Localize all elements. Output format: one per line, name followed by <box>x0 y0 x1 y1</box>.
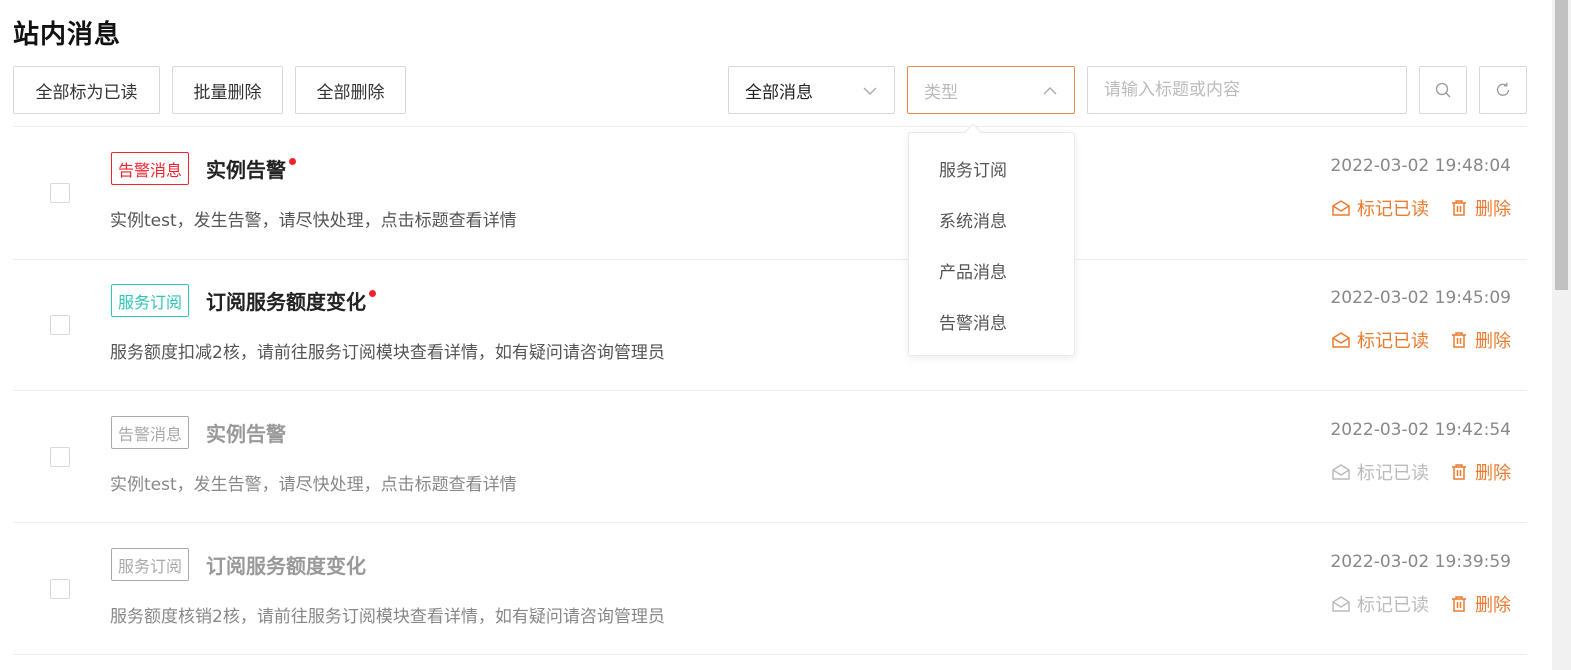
message-time: 2022-03-02 19:48:04 <box>1330 156 1511 176</box>
message-type-tag: 服务订阅 <box>111 284 190 317</box>
message-scope-select[interactable]: 全部消息 <box>728 66 895 114</box>
page-title: 站内消息 <box>13 20 122 50</box>
trash-icon <box>1452 200 1466 216</box>
message-type-tag: 告警消息 <box>111 416 190 449</box>
delete-action[interactable]: 删除 <box>1449 459 1511 485</box>
mark-all-read-button[interactable]: 全部标为已读 <box>13 66 160 114</box>
type-option-alarm[interactable]: 告警消息 <box>909 296 1074 347</box>
message-scope-value: 全部消息 <box>745 82 813 103</box>
row-checkbox[interactable] <box>50 579 70 599</box>
message-row[interactable]: 服务订阅 订阅服务额度变化 服务额度扣减2核，请前往服务订阅模块查看详情，如有疑… <box>13 259 1527 391</box>
trash-icon <box>1452 332 1466 348</box>
trash-icon <box>1452 596 1466 612</box>
chevron-up-icon <box>1043 87 1057 95</box>
unread-dot <box>289 158 296 165</box>
message-time: 2022-03-02 19:42:54 <box>1330 420 1511 440</box>
delete-action[interactable]: 删除 <box>1449 327 1511 353</box>
scrollbar-thumb[interactable] <box>1555 0 1568 290</box>
message-time: 2022-03-02 19:45:09 <box>1330 288 1511 308</box>
message-description: 实例test，发生告警，请尽快处理，点击标题查看详情 <box>110 211 517 231</box>
message-type-tag: 告警消息 <box>111 152 190 185</box>
delete-action[interactable]: 删除 <box>1449 591 1511 617</box>
mark-read-action[interactable]: 标记已读 <box>1331 327 1429 353</box>
message-title[interactable]: 订阅服务额度变化 <box>206 286 376 315</box>
type-dropdown-menu: 服务订阅 系统消息 产品消息 告警消息 <box>908 123 1075 356</box>
delete-all-button[interactable]: 全部删除 <box>295 66 406 114</box>
batch-delete-button[interactable]: 批量删除 <box>172 66 283 114</box>
message-type-placeholder: 类型 <box>924 82 958 103</box>
mark-read-action: 标记已读 <box>1331 459 1429 485</box>
type-option-system[interactable]: 系统消息 <box>909 194 1074 245</box>
mark-read-action: 标记已读 <box>1331 591 1429 617</box>
message-type-select[interactable]: 类型 <box>907 66 1075 114</box>
message-description: 服务额度核销2核，请前往服务订阅模块查看详情，如有疑问请咨询管理员 <box>110 607 665 627</box>
envelope-open-icon <box>1332 332 1350 348</box>
row-checkbox[interactable] <box>50 447 70 467</box>
search-input[interactable] <box>1087 66 1407 114</box>
row-checkbox[interactable] <box>50 315 70 335</box>
message-row[interactable]: 告警消息 实例告警 实例test，发生告警，请尽快处理，点击标题查看详情 202… <box>13 391 1527 523</box>
message-title[interactable]: 订阅服务额度变化 <box>206 550 366 579</box>
message-description: 实例test，发生告警，请尽快处理，点击标题查看详情 <box>110 475 517 495</box>
type-option-subscription[interactable]: 服务订阅 <box>909 143 1074 194</box>
envelope-open-icon <box>1332 464 1350 480</box>
chevron-down-icon <box>863 87 877 95</box>
unread-dot <box>369 290 376 297</box>
refresh-icon <box>1496 82 1510 96</box>
refresh-button[interactable] <box>1479 66 1527 114</box>
envelope-open-icon <box>1332 200 1350 216</box>
type-option-product[interactable]: 产品消息 <box>909 245 1074 296</box>
message-row[interactable]: 告警消息 实例告警 实例test，发生告警，请尽快处理，点击标题查看详情 202… <box>13 127 1527 259</box>
row-divider <box>13 654 1527 655</box>
search-button[interactable] <box>1419 66 1467 114</box>
envelope-open-icon <box>1332 596 1350 612</box>
row-checkbox[interactable] <box>50 183 70 203</box>
message-title[interactable]: 实例告警 <box>206 418 286 447</box>
trash-icon <box>1452 464 1466 480</box>
message-time: 2022-03-02 19:39:59 <box>1330 552 1511 572</box>
delete-action[interactable]: 删除 <box>1449 195 1511 221</box>
message-type-tag: 服务订阅 <box>111 548 190 581</box>
message-description: 服务额度扣减2核，请前往服务订阅模块查看详情，如有疑问请咨询管理员 <box>110 343 665 363</box>
message-row[interactable]: 服务订阅 订阅服务额度变化 服务额度核销2核，请前往服务订阅模块查看详情，如有疑… <box>13 523 1527 655</box>
mark-read-action[interactable]: 标记已读 <box>1331 195 1429 221</box>
message-title[interactable]: 实例告警 <box>206 154 296 183</box>
search-icon <box>1435 82 1451 98</box>
